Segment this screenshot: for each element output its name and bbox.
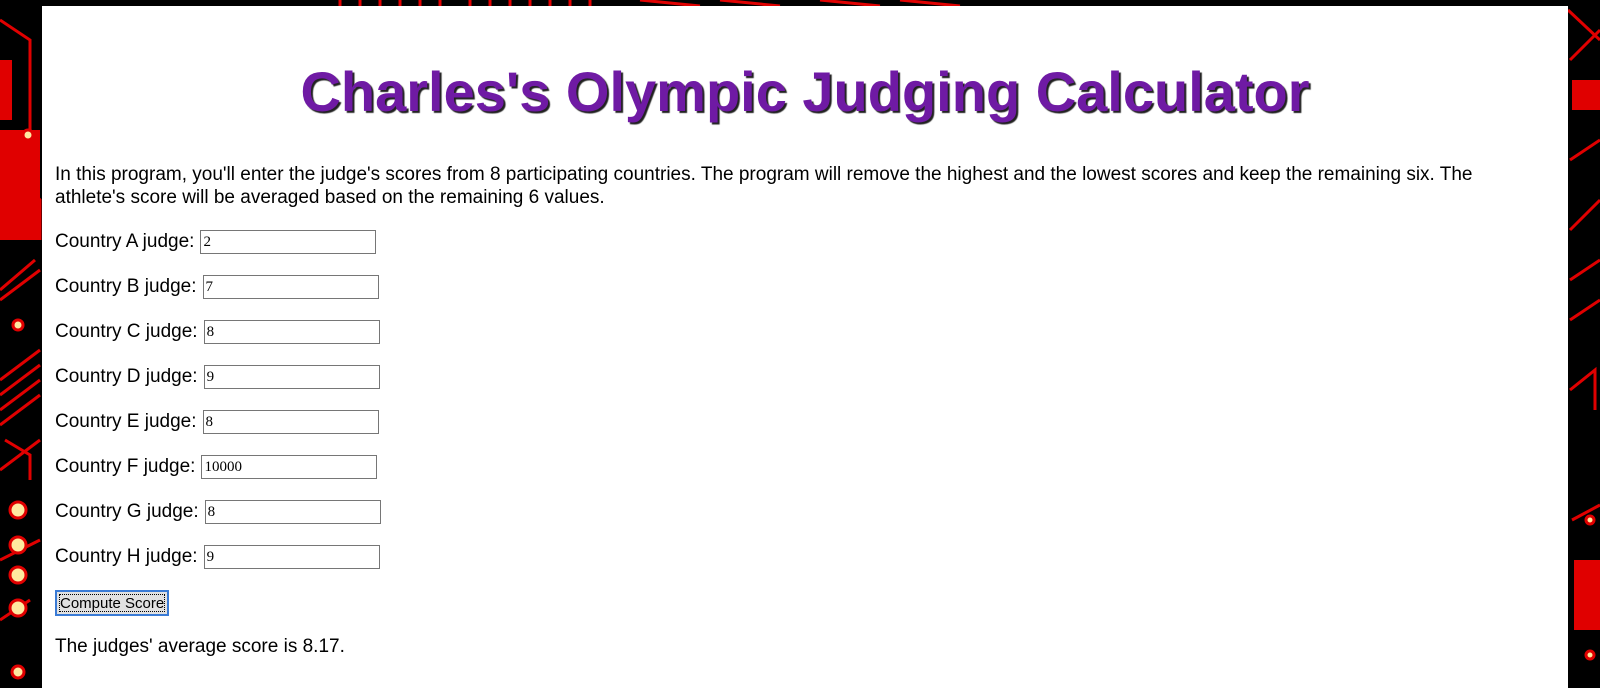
judge-row-f: Country F judge: [55, 454, 378, 480]
result-text: The judges' average score is 8.17. [55, 636, 345, 657]
judge-label-e: Country E judge: [55, 411, 197, 432]
judge-label-c: Country C judge: [55, 321, 198, 342]
main-content: Charles's Olympic Judging Calculator In … [42, 6, 1568, 688]
intro-text: In this program, you'll enter the judge'… [55, 164, 1473, 208]
judge-label-a: Country A judge: [55, 231, 195, 252]
judge-input-c[interactable] [203, 320, 380, 344]
judge-row-e: Country E judge: [55, 409, 379, 435]
judge-label-h: Country H judge: [55, 546, 198, 567]
judge-label-b: Country B judge: [55, 276, 197, 297]
judge-input-g[interactable] [204, 500, 381, 524]
page-title: Charles's Olympic Judging Calculator [300, 60, 1310, 123]
judge-row-g: Country G judge: [55, 499, 381, 525]
judge-input-b[interactable] [202, 275, 379, 299]
judge-input-d[interactable] [203, 365, 380, 389]
judge-row-b: Country B judge: [55, 274, 379, 300]
judge-input-h[interactable] [203, 545, 380, 569]
compute-score-button[interactable]: Compute Score [55, 590, 170, 616]
judge-label-d: Country D judge: [55, 366, 198, 387]
judge-input-a[interactable] [200, 230, 377, 254]
judge-row-c: Country C judge: [55, 319, 380, 345]
judge-row-h: Country H judge: [55, 544, 380, 570]
judge-row-d: Country D judge: [55, 364, 380, 390]
judge-input-f[interactable] [201, 455, 378, 479]
judge-label-f: Country F judge: [55, 456, 196, 477]
judge-label-g: Country G judge: [55, 501, 199, 522]
judge-input-e[interactable] [202, 410, 379, 434]
judge-row-a: Country A judge: [55, 229, 377, 255]
